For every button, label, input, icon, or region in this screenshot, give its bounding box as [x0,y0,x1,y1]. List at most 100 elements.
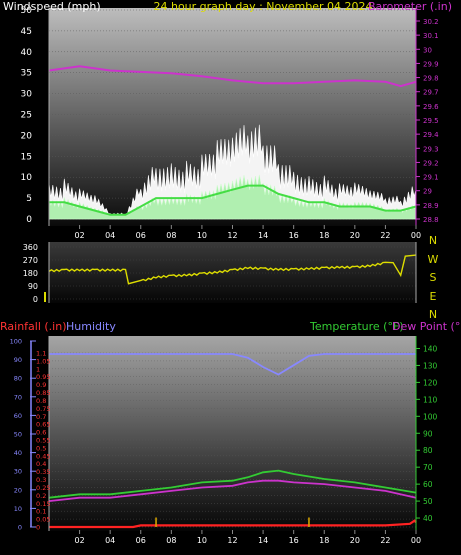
tick-label-barometer: 29.9 [423,60,439,68]
tick-label-barometer: 29.2 [423,159,439,167]
compass-label: E [430,290,437,303]
tick-label-direction: 180 [23,269,38,278]
tick-label-direction: 360 [23,243,38,252]
axis-title-temperature: Temperature (°F) [309,320,404,333]
tick-label-barometer: 29.8 [423,75,439,83]
x-tick-label: 18 [319,231,329,240]
x-tick-label: 22 [380,231,390,240]
tick-label-humidity: 10 [14,505,22,513]
axis-title-rainfall: Rainfall (.in) [0,320,67,333]
tick-label-barometer: 30 [423,46,432,54]
weather-graph-page: 0 5 10 15 20 25 30 35 40 45 50 28.8 28.9 29 29.1 29.2 29… [0,0,461,555]
x-tick-label: 12 [227,231,237,240]
tick-label-rain: 0.8 [36,397,46,405]
tick-label-temperature: 60 [423,480,433,489]
tick-label-temperature: 50 [423,497,433,506]
tick-label-humidity: 50 [14,431,22,439]
tick-label-barometer: 29.1 [423,174,439,182]
x-tick-label: 20 [350,231,360,240]
tick-label-temperature: 90 [423,429,433,438]
x-tick-label: 10 [197,536,207,545]
x-tick-label: 16 [289,231,299,240]
tick-label-rain: 0.95 [36,373,50,381]
x-tick-label: 22 [380,536,390,545]
tick-label-rain: 0 [36,524,40,532]
tick-label-barometer: 28.9 [423,202,439,210]
x-tick-label: 00 [411,231,421,240]
tick-label-humidity: 40 [14,449,22,457]
compass-label: N [429,234,437,247]
x-tick-label: 08 [166,231,176,240]
tick-label-temperature: 120 [423,378,438,387]
tick-label-humidity: 80 [14,375,22,383]
x-tick-label: 10 [197,231,207,240]
x-tick-label: 06 [136,231,146,240]
tick-label-wind: 5 [26,194,32,204]
x-tick-label: 16 [289,536,299,545]
tick-label-barometer: 30.2 [423,18,439,26]
tick-label-temperature: 130 [423,361,438,370]
tick-label-direction: 0 [33,295,38,304]
tick-label-wind: 45 [21,27,32,37]
tick-label-humidity: 20 [14,486,22,494]
tick-label-temperature: 80 [423,446,433,455]
compass-label: W [428,253,439,266]
plot-area-climate [49,336,416,531]
tick-label-direction: 270 [23,256,38,265]
tick-label-humidity: 30 [14,468,22,476]
tick-label-barometer: 29.5 [423,117,439,125]
tick-label-rain: 1.1 [36,350,46,358]
tick-label-humidity: 70 [14,393,22,401]
plot-area-direction [49,242,416,303]
tick-label-wind: 20 [21,131,33,141]
tick-label-rain: 0.85 [36,389,50,397]
tick-label-barometer: 29.7 [423,89,439,97]
tick-label-wind: 0 [26,215,32,225]
x-tick-label: 00 [411,536,421,545]
tick-label-rain: 0.6 [36,429,46,437]
x-tick-label: 20 [350,536,360,545]
tick-label-wind: 25 [21,111,32,121]
tick-label-rain: 0.25 [36,484,50,492]
tick-label-rain: 0.7 [36,413,46,421]
compass-label: S [430,271,437,284]
tick-label-temperature: 110 [423,395,438,404]
tick-label-rain: 0.45 [36,452,50,460]
tick-label-wind: 30 [21,90,33,100]
tick-label-rain: 0.9 [36,381,46,389]
chart-title: 24 hour graph day : November 04 2024 [153,0,372,13]
tick-label-humidity: 90 [14,356,22,364]
tick-label-barometer: 28.8 [423,216,439,224]
x-tick-label: 02 [74,231,84,240]
tick-label-direction: 90 [28,282,38,291]
tick-label-barometer: 29.4 [423,131,439,139]
tick-label-rain: 0.3 [36,476,46,484]
tick-label-rain: 0.05 [36,516,50,524]
x-tick-label: 08 [166,536,176,545]
tick-label-rain: 0.4 [36,460,46,468]
axis-title-windspeed: Windspeed (mph) [3,0,101,13]
x-tick-label: 14 [258,536,268,545]
x-tick-label: 14 [258,231,268,240]
tick-label-temperature: 100 [423,412,438,421]
tick-label-rain: 0.2 [36,492,46,500]
tick-label-rain: 0.35 [36,468,50,476]
weather-charts: 0510152025303540455028.828.92929.129.229… [0,0,461,545]
x-tick-label: 18 [319,536,329,545]
tick-label-rain: 1.05 [36,357,50,365]
x-tick-label: 04 [105,536,115,545]
x-tick-label: 06 [136,536,146,545]
tick-label-rain: 0.1 [36,508,46,516]
tick-label-barometer: 29.6 [423,103,439,111]
tick-label-wind: 15 [21,152,32,162]
tick-label-wind: 35 [21,69,32,79]
tick-label-temperature: 70 [423,463,433,472]
tick-label-rain: 0.65 [36,421,50,429]
x-tick-label: 04 [105,231,115,240]
tick-label-barometer: 29.3 [423,145,439,153]
tick-label-wind: 40 [21,48,33,58]
axis-title-humidity: Humidity [66,320,116,333]
tick-label-rain: 1 [36,365,40,373]
x-tick-label: 02 [74,536,84,545]
tick-label-barometer: 30.1 [423,32,439,40]
